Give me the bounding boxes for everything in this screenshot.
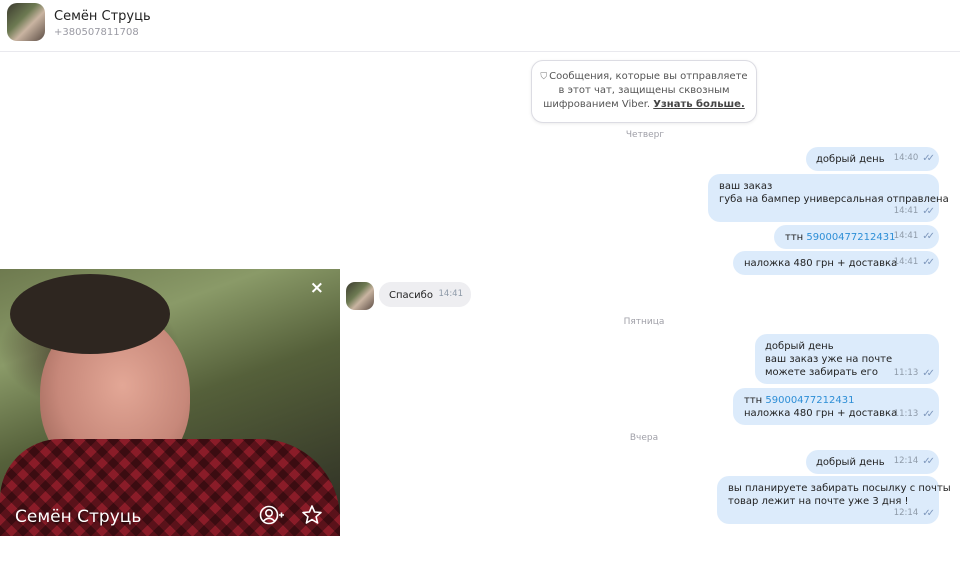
message-bubble[interactable]: вы планируете забирать посылку с почты т… bbox=[717, 476, 951, 524]
message-text: ваш заказ уже на почте bbox=[765, 354, 893, 365]
contact-profile-card: × Семён Струць bbox=[0, 269, 340, 536]
chat-header: Семён Струць +380507811708 bbox=[0, 0, 960, 52]
incoming-message-bubble[interactable]: Спасибо 14:41 bbox=[379, 282, 471, 307]
contact-phone: +380507811708 bbox=[54, 27, 139, 38]
star-icon[interactable] bbox=[301, 504, 323, 526]
message-time: 11:13 bbox=[893, 368, 919, 378]
message-text: ттн bbox=[785, 232, 807, 243]
double-check-icon: ✓✓ bbox=[922, 206, 935, 217]
message-bubble[interactable]: добрый день ваш заказ уже на почте может… bbox=[755, 334, 939, 384]
double-check-icon: ✓✓ bbox=[922, 409, 935, 420]
date-separator: Четверг bbox=[625, 130, 665, 140]
double-check-icon: ✓✓ bbox=[922, 231, 935, 242]
date-separator: Пятница bbox=[623, 317, 665, 327]
learn-more-link[interactable]: Узнать больше. bbox=[653, 99, 744, 110]
message-text: вы планируете забирать посылку с почты bbox=[728, 483, 951, 494]
message-text: ваш заказ bbox=[719, 181, 773, 192]
message-time: 12:14 bbox=[893, 508, 919, 518]
profile-name: Семён Струць bbox=[15, 507, 142, 527]
date-separator: Вчера bbox=[629, 433, 659, 443]
close-icon[interactable]: × bbox=[310, 280, 324, 297]
add-contact-icon[interactable] bbox=[259, 504, 285, 526]
sender-avatar[interactable] bbox=[346, 282, 374, 310]
message-text: ттн bbox=[744, 395, 766, 406]
message-bubble[interactable]: ттн 59000477212431 14:41 ✓✓ bbox=[774, 225, 939, 249]
message-bubble[interactable]: ваш заказ губа на бампер универсальная о… bbox=[708, 174, 949, 222]
message-bubble[interactable]: добрый день 14:40 ✓✓ bbox=[806, 147, 939, 171]
encryption-notice: ⛉ Сообщения, которые вы отправляете в это… bbox=[531, 60, 757, 123]
contact-avatar[interactable] bbox=[7, 3, 45, 41]
double-check-icon: ✓✓ bbox=[922, 257, 935, 268]
message-time: 11:13 bbox=[893, 409, 919, 419]
double-check-icon: ✓✓ bbox=[922, 153, 935, 164]
message-time: 14:41 bbox=[893, 257, 919, 267]
message-time: 12:14 bbox=[893, 456, 919, 466]
message-time: 14:41 bbox=[893, 231, 919, 241]
message-text: добрый день bbox=[765, 341, 834, 352]
message-time: 14:40 bbox=[893, 153, 919, 163]
tracking-number-link[interactable]: 59000477212431 bbox=[765, 395, 854, 406]
profile-photo-hair bbox=[10, 274, 170, 354]
contact-name[interactable]: Семён Струць bbox=[54, 9, 151, 24]
double-check-icon: ✓✓ bbox=[922, 508, 935, 519]
message-bubble[interactable]: наложка 480 грн + доставка 14:41 ✓✓ bbox=[733, 251, 939, 275]
message-time: 14:41 bbox=[438, 289, 464, 299]
message-time: 14:41 bbox=[893, 206, 919, 216]
double-check-icon: ✓✓ bbox=[922, 368, 935, 379]
message-bubble[interactable]: добрый день 12:14 ✓✓ bbox=[806, 450, 939, 474]
double-check-icon: ✓✓ bbox=[922, 456, 935, 467]
shield-icon: ⛉ bbox=[540, 72, 548, 82]
tracking-number-link[interactable]: 59000477212431 bbox=[806, 232, 895, 243]
message-bubble[interactable]: ттн 59000477212431 наложка 480 грн + дос… bbox=[733, 388, 939, 425]
